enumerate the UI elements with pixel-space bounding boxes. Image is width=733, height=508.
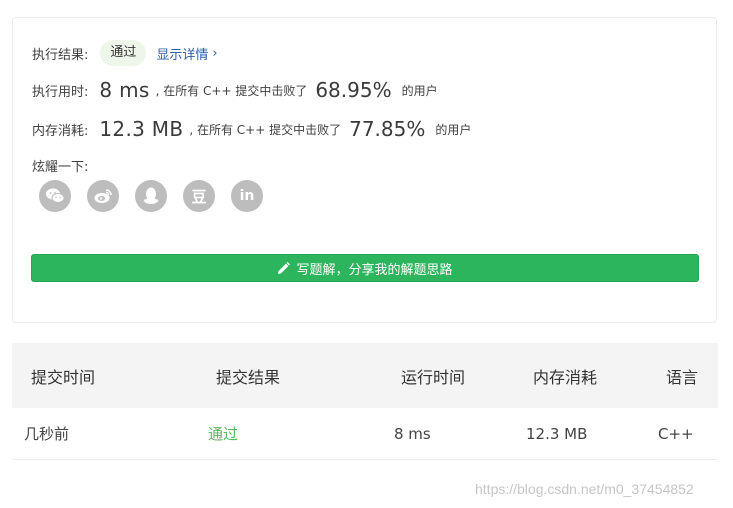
result-row: 执行结果: 通过 显示详情 › [32, 40, 218, 66]
status-badge: 通过 [100, 40, 147, 66]
douban-icon[interactable]: 豆 [183, 180, 215, 212]
write-solution-button[interactable]: 写题解，分享我的解题思路 [31, 254, 699, 282]
submissions-table: 提交时间 提交结果 运行时间 内存消耗 语言 几秒前 通过 8 ms 12.3 … [12, 343, 718, 460]
pencil-icon [277, 261, 291, 275]
memory-percent: 77.85% [349, 117, 426, 141]
memory-row: 内存消耗: 12.3 MB , 在所有 C++ 提交中击败了 77.85% 的用… [32, 117, 471, 141]
show-details-link[interactable]: 显示详情 › [156, 44, 217, 63]
cell-language: C++ [658, 424, 694, 443]
table-header: 提交时间 提交结果 运行时间 内存消耗 语言 [12, 343, 718, 408]
result-label: 执行结果: [32, 47, 89, 63]
header-memory: 内存消耗 [533, 367, 598, 387]
linkedin-glyph: in [239, 188, 255, 204]
runtime-suffix: 的用户 [401, 83, 438, 98]
header-submit-result: 提交结果 [216, 367, 281, 387]
runtime-label: 执行用时: [32, 84, 89, 100]
runtime-beat-text: , 在所有 C++ 提交中击败了 [155, 83, 308, 98]
qq-icon[interactable] [135, 180, 167, 212]
memory-beat-text: , 在所有 C++ 提交中击败了 [189, 122, 342, 137]
table-row: 几秒前 通过 8 ms 12.3 MB C++ [12, 408, 718, 460]
show-details-label: 显示详情 [156, 47, 209, 63]
header-language: 语言 [666, 367, 699, 387]
header-submit-time: 提交时间 [31, 367, 96, 387]
cell-runtime: 8 ms [394, 424, 431, 443]
memory-suffix: 的用户 [435, 122, 472, 137]
memory-value: 12.3 MB [99, 117, 184, 141]
share-label: 炫耀一下: [32, 160, 89, 175]
cell-submit-result[interactable]: 通过 [208, 408, 238, 459]
share-row: 炫耀一下: [32, 156, 88, 175]
share-icons: 豆 in [39, 180, 279, 212]
douban-glyph: 豆 [191, 187, 207, 206]
cell-memory: 12.3 MB [526, 424, 588, 443]
wechat-icon[interactable] [39, 180, 71, 212]
watermark: https://blog.csdn.net/m0_37454852 [475, 481, 694, 497]
memory-label: 内存消耗: [32, 123, 89, 139]
linkedin-icon[interactable]: in [231, 180, 263, 212]
runtime-percent: 68.95% [315, 78, 392, 102]
weibo-icon[interactable] [87, 180, 119, 212]
write-solution-label: 写题解，分享我的解题思路 [296, 262, 453, 278]
chevron-right-icon: › [212, 45, 218, 61]
runtime-value: 8 ms [99, 78, 150, 102]
submission-result-card: 执行结果: 通过 显示详情 › 执行用时: 8 ms , 在所有 C++ 提交中… [12, 17, 717, 323]
runtime-row: 执行用时: 8 ms , 在所有 C++ 提交中击败了 68.95% 的用户 [32, 78, 438, 102]
cell-submit-time: 几秒前 [24, 425, 70, 443]
header-runtime: 运行时间 [401, 367, 466, 387]
